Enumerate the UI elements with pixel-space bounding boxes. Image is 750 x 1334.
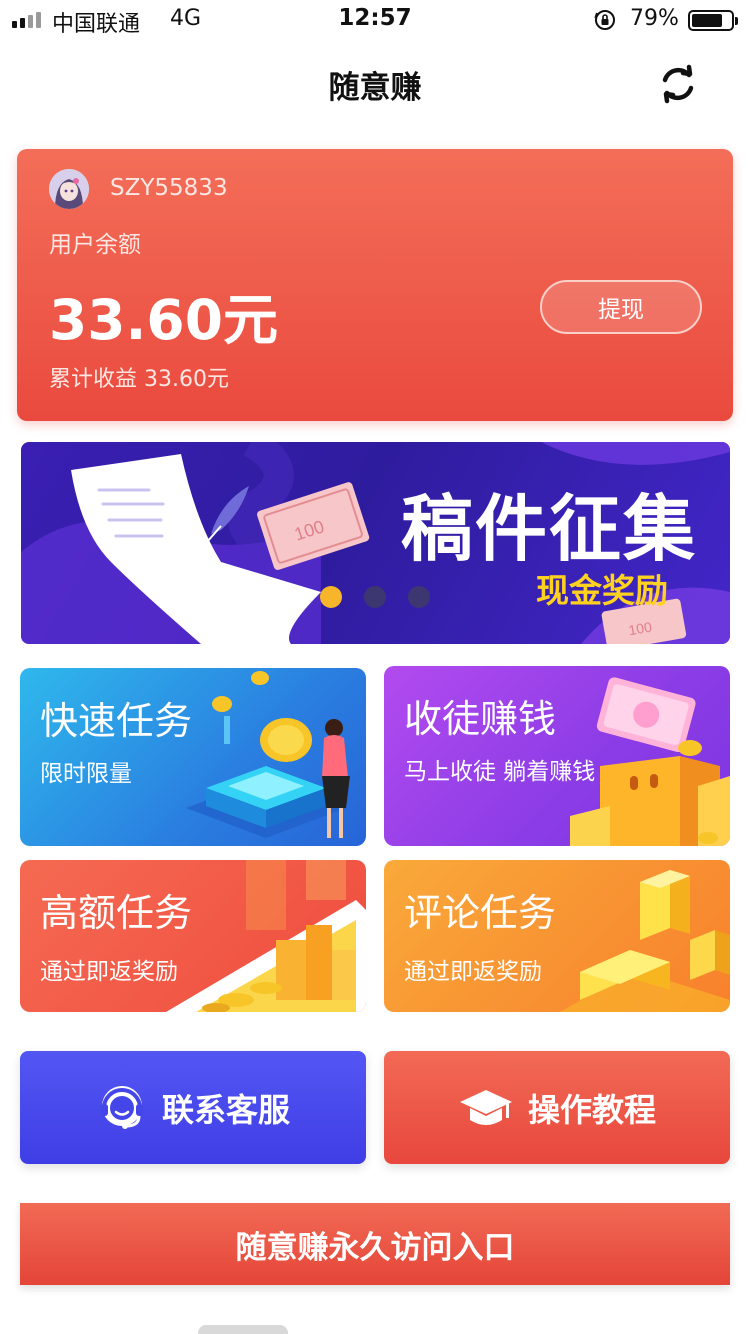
balance-amount: 33.60元 — [49, 288, 278, 352]
contact-support-label: 联系客服 — [161, 1090, 290, 1129]
battery-icon — [688, 10, 738, 31]
tile-title: 快速任务 — [40, 699, 193, 743]
tile-title: 收徒赚钱 — [404, 697, 557, 741]
banner-dot-1[interactable] — [320, 586, 342, 608]
banner-title: 稿件征集 — [401, 487, 698, 571]
graduation-cap-icon — [459, 1089, 512, 1125]
tutorial-button[interactable]: 操作教程 — [384, 1051, 730, 1164]
tutorial-label: 操作教程 — [527, 1090, 656, 1129]
isometric-coin-illustration — [186, 671, 350, 838]
promo-banner[interactable]: 100 100 稿件征集 现金奖励 — [21, 442, 730, 644]
tile-subtitle: 限时限量 — [40, 761, 132, 787]
username: SZY55833 — [110, 175, 228, 201]
tile-high-reward-task[interactable]: 高额任务 通过即返奖励 — [20, 860, 366, 1012]
balance-card: SZY55833 用户余额 33.60元 累计收益 33.60元 提现 — [17, 149, 733, 421]
tile-subtitle: 马上收徒 躺着赚钱 — [404, 759, 596, 785]
customer-service-headset-icon — [100, 1085, 143, 1129]
banner-dot-2[interactable] — [364, 586, 386, 608]
banner-subtitle: 现金奖励 — [536, 571, 668, 610]
bottom-decoration — [198, 1325, 288, 1334]
permanent-access-entry-button[interactable]: 随意赚永久访问入口 — [20, 1203, 730, 1285]
tile-recruit[interactable]: 收徒赚钱 马上收徒 躺着赚钱 — [384, 666, 730, 846]
battery-percentage: 79% — [630, 6, 679, 31]
balance-label: 用户余额 — [49, 232, 141, 258]
avatar[interactable] — [49, 169, 89, 209]
tile-title: 评论任务 — [404, 891, 557, 935]
tile-comment-task[interactable]: 评论任务 通过即返奖励 — [384, 860, 730, 1012]
tile-title: 高额任务 — [40, 891, 193, 935]
page-title: 随意赚 — [328, 70, 422, 106]
tile-fast-task[interactable]: 快速任务 限时限量 — [20, 668, 366, 846]
rotation-lock-icon — [594, 10, 615, 30]
isometric-city-illustration — [560, 870, 730, 1012]
tile-subtitle: 通过即返奖励 — [404, 959, 542, 985]
status-bar: 中国联通 4G 12:57 79% — [0, 0, 750, 40]
banner-dot-3[interactable] — [408, 586, 430, 608]
withdraw-button[interactable]: 提现 — [540, 280, 702, 334]
contact-support-button[interactable]: 联系客服 — [20, 1051, 366, 1164]
banner-pagination[interactable] — [320, 586, 430, 608]
refresh-icon[interactable] — [656, 62, 700, 106]
total-earnings: 累计收益 33.60元 — [49, 367, 229, 392]
tile-subtitle: 通过即返奖励 — [40, 959, 178, 985]
